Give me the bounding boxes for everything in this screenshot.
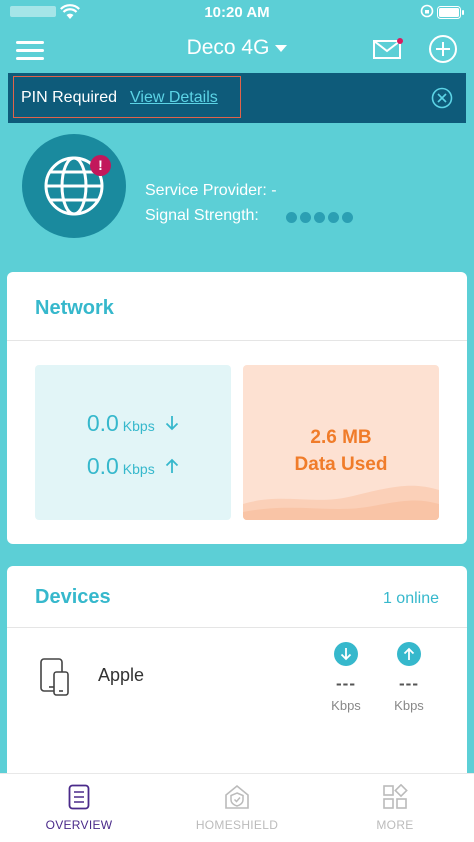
- overview-icon: [19, 784, 139, 810]
- internet-status-icon[interactable]: [22, 134, 126, 238]
- speed-box: 0.0 Kbps 0.0 Kbps: [35, 365, 231, 520]
- add-icon[interactable]: [428, 34, 458, 69]
- upload-speed: 0.0 Kbps: [35, 453, 231, 480]
- view-details-link[interactable]: View Details: [130, 89, 218, 107]
- divider: [7, 627, 467, 628]
- signal-dot: [286, 212, 297, 223]
- tab-homeshield-label: HOMESHIELD: [195, 818, 279, 832]
- device-download-unit: Kbps: [331, 698, 361, 713]
- homeshield-icon: [177, 784, 297, 810]
- devices-title: Devices: [35, 586, 111, 608]
- device-upload-value: ---: [399, 674, 419, 693]
- download-value: 0.0: [86, 410, 119, 436]
- device-upload-rate: --- Kbps: [387, 642, 431, 713]
- battery-icon: [437, 6, 465, 23]
- app-header: Deco 4G: [0, 26, 474, 72]
- download-circle-icon: [334, 642, 358, 666]
- signal-dot: [314, 212, 325, 223]
- upload-value: 0.0: [86, 453, 119, 479]
- data-used-box: 2.6 MB Data Used: [243, 365, 439, 520]
- download-unit: Kbps: [122, 418, 155, 434]
- arrow-up-icon: [161, 458, 179, 478]
- pin-required-text: PIN Required: [21, 89, 118, 106]
- caret-down-icon: [275, 44, 288, 52]
- device-download-value: ---: [336, 674, 356, 693]
- tab-overview-label: OVERVIEW: [45, 818, 113, 832]
- signal-strength-dots: [286, 210, 356, 228]
- network-title: Network: [35, 297, 114, 319]
- status-bar: 10:20 AM: [0, 0, 474, 26]
- device-upload-unit: Kbps: [394, 698, 424, 713]
- more-icon: [335, 784, 455, 810]
- bottom-tab-bar: OVERVIEW HOMESHIELD MORE: [0, 773, 474, 842]
- device-name: Apple: [98, 665, 145, 685]
- data-used-label: Data Used: [294, 454, 388, 475]
- close-banner-icon[interactable]: [431, 87, 453, 114]
- status-time: 10:20 AM: [204, 4, 270, 21]
- pin-required-banner: PIN Required View Details: [8, 73, 466, 123]
- signal-dot: [328, 212, 339, 223]
- device-download-rate: --- Kbps: [324, 642, 368, 713]
- arrow-down-icon: [161, 416, 179, 435]
- data-used-amount: 2.6 MB: [310, 427, 372, 448]
- download-speed: 0.0 Kbps: [35, 410, 231, 437]
- network-card[interactable]: Network 0.0 Kbps 0.0 Kbps 2.6 MB Data Used: [7, 272, 467, 544]
- upload-unit: Kbps: [122, 461, 155, 477]
- devices-card: Devices 1 online Apple --- Kbps --- Kbps: [7, 566, 467, 796]
- tab-more[interactable]: MORE: [335, 784, 455, 832]
- tab-more-label: MORE: [376, 818, 414, 832]
- signal-dot: [300, 212, 311, 223]
- online-count[interactable]: 1 online: [383, 590, 439, 608]
- alert-badge: !: [90, 155, 111, 176]
- data-wave-decoration: [243, 485, 439, 520]
- messages-icon[interactable]: [373, 38, 403, 65]
- devices-icon: [40, 658, 72, 701]
- tab-homeshield[interactable]: HOMESHIELD: [177, 784, 297, 832]
- service-provider-text: Service Provider: -: [145, 182, 277, 199]
- signal-dot: [342, 212, 353, 223]
- upload-circle-icon: [397, 642, 421, 666]
- orientation-lock-icon: [420, 4, 434, 22]
- divider: [7, 340, 467, 341]
- signal-strength-label: Signal Strength:: [145, 207, 259, 224]
- tab-overview[interactable]: OVERVIEW: [19, 784, 139, 832]
- page-title: Deco 4G: [186, 36, 270, 59]
